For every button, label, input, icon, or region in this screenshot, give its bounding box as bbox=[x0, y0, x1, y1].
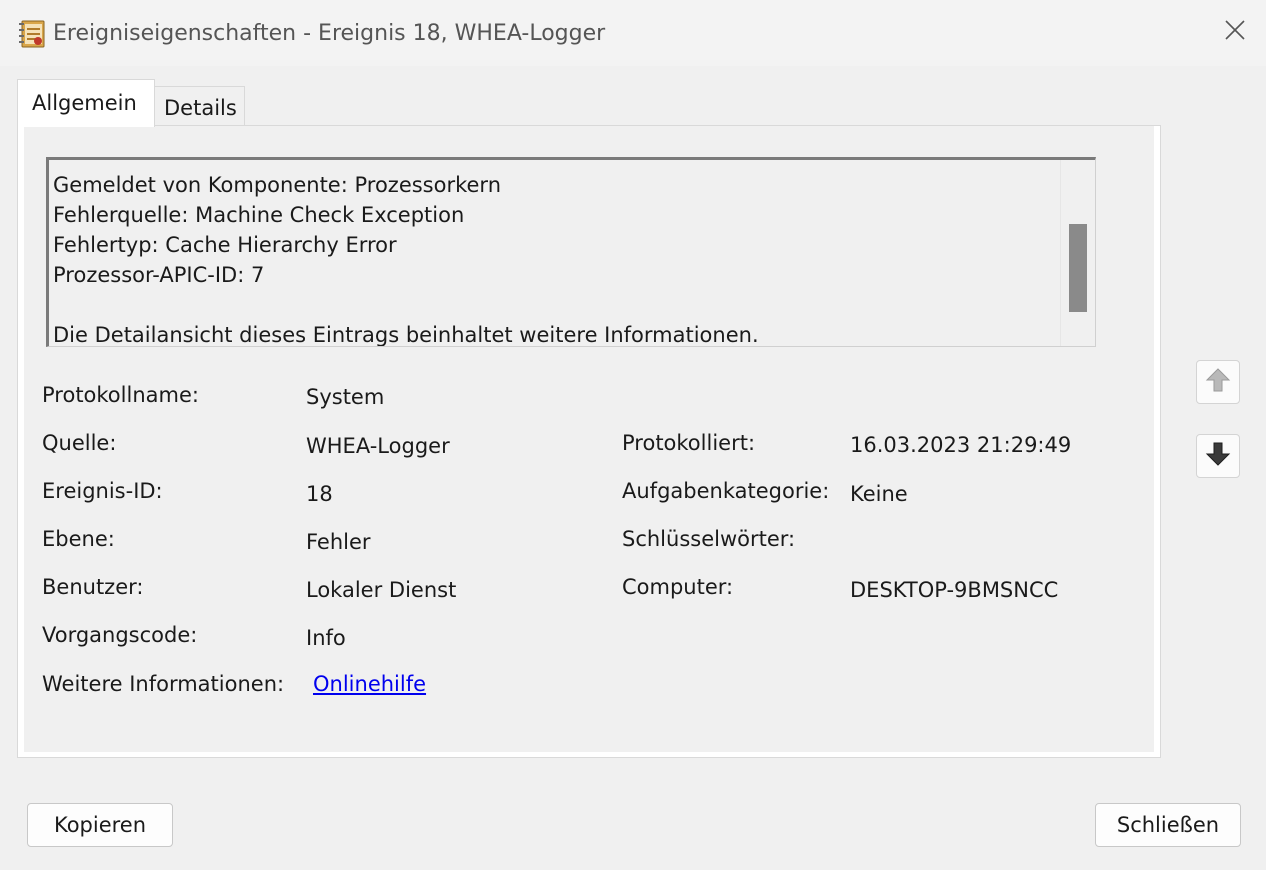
label-ebene: Ebene: bbox=[42, 527, 115, 551]
description-line: Die Detailansicht dieses Eintrags beinha… bbox=[53, 323, 759, 347]
close-window-button[interactable] bbox=[1213, 14, 1257, 50]
value-quelle: WHEA-Logger bbox=[306, 434, 450, 458]
label-weitere-informationen: Weitere Informationen: bbox=[42, 672, 285, 696]
window-title: Ereigniseigenschaften - Ereignis 18, WHE… bbox=[53, 21, 606, 46]
label-protokolliert: Protokolliert: bbox=[622, 431, 756, 455]
copy-button[interactable]: Kopieren bbox=[27, 803, 173, 847]
label-ereignis-id: Ereignis-ID: bbox=[42, 479, 163, 503]
description-line: Gemeldet von Komponente: Prozessorkern bbox=[53, 173, 502, 197]
value-computer: DESKTOP-9BMSNCC bbox=[850, 578, 1059, 602]
event-properties-window: Ereigniseigenschaften - Ereignis 18, WHE… bbox=[0, 0, 1266, 870]
value-protokolliert: 16.03.2023 21:29:49 bbox=[850, 433, 1072, 457]
close-button[interactable]: Schließen bbox=[1095, 803, 1241, 847]
title-bar: Ereigniseigenschaften - Ereignis 18, WHE… bbox=[0, 0, 1266, 66]
online-help-link[interactable]: Onlinehilfe bbox=[313, 670, 426, 698]
label-schluesselwoerter: Schlüsselwörter: bbox=[622, 527, 796, 551]
label-vorgangscode: Vorgangscode: bbox=[42, 623, 198, 647]
label-computer: Computer: bbox=[622, 575, 734, 599]
arrow-down-icon bbox=[1205, 441, 1231, 471]
scrollbar-thumb[interactable] bbox=[1069, 224, 1087, 312]
description-line: Fehlertyp: Cache Hierarchy Error bbox=[53, 233, 397, 257]
value-protokollname: System bbox=[306, 385, 385, 409]
value-aufgabenkategorie: Keine bbox=[850, 482, 908, 506]
next-event-button[interactable] bbox=[1196, 434, 1240, 478]
tab-allgemein[interactable]: Allgemein bbox=[17, 79, 155, 127]
label-benutzer: Benutzer: bbox=[42, 575, 144, 599]
value-ebene: Fehler bbox=[306, 530, 371, 554]
description-textbox[interactable]: Gemeldet von Komponente: Prozessorkern F… bbox=[46, 157, 1096, 347]
tab-details[interactable]: Details bbox=[155, 86, 245, 126]
value-vorgangscode: Info bbox=[306, 626, 346, 650]
close-icon bbox=[1224, 19, 1246, 45]
description-blank-line bbox=[53, 290, 1053, 320]
description-line: Prozessor-APIC-ID: 7 bbox=[53, 263, 265, 287]
event-viewer-icon bbox=[19, 19, 46, 49]
description-text: Gemeldet von Komponente: Prozessorkern F… bbox=[53, 170, 1053, 347]
value-benutzer: Lokaler Dienst bbox=[306, 578, 457, 602]
label-quelle: Quelle: bbox=[42, 431, 117, 455]
description-line: Fehlerquelle: Machine Check Exception bbox=[53, 203, 465, 227]
previous-event-button[interactable] bbox=[1196, 360, 1240, 404]
label-protokollname: Protokollname: bbox=[42, 383, 199, 407]
label-aufgabenkategorie: Aufgabenkategorie: bbox=[622, 479, 830, 503]
arrow-up-icon bbox=[1205, 367, 1231, 397]
description-scrollbar[interactable] bbox=[1060, 160, 1095, 346]
value-ereignis-id: 18 bbox=[306, 482, 333, 506]
